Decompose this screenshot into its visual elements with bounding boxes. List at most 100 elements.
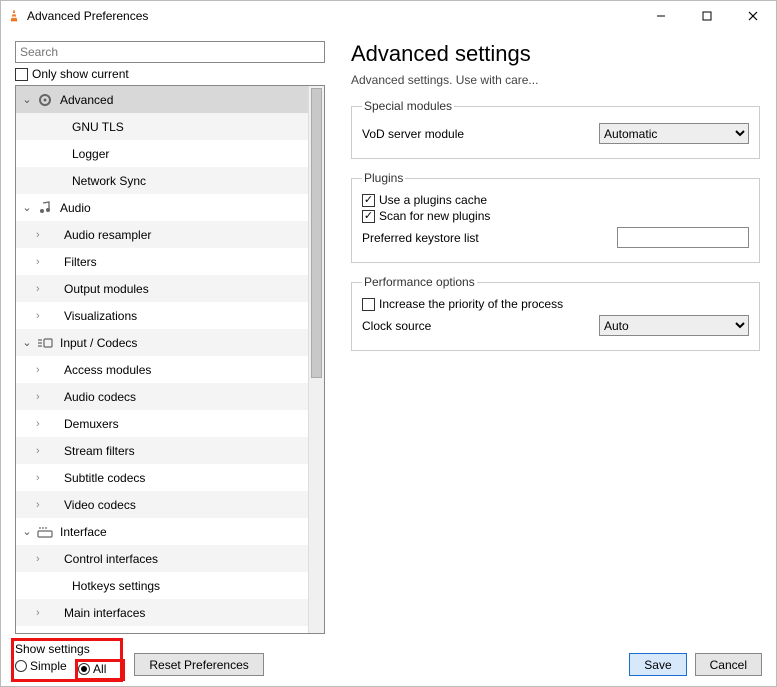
performance-group: Performance options Increase the priorit… (351, 275, 760, 351)
interface-icon (36, 526, 54, 538)
tree-label: Demuxers (64, 417, 119, 431)
tree-item-audio[interactable]: ⌄ Audio (16, 194, 308, 221)
chevron-right-icon: › (36, 256, 48, 268)
left-pane: Only show current ⌄ Advanced GNU TLS Log… (1, 31, 341, 634)
tree-label: Access modules (64, 363, 151, 377)
increase-priority-checkbox[interactable]: Increase the priority of the process (362, 297, 749, 311)
tree-item-output-modules[interactable]: › Output modules (16, 275, 308, 302)
tree-item-input-codecs[interactable]: ⌄ Input / Codecs (16, 329, 308, 356)
show-settings-group: Show settings Simple All (15, 642, 114, 676)
checkbox-icon (362, 194, 375, 207)
preferences-window: Advanced Preferences Only show current ⌄ (0, 0, 777, 687)
close-button[interactable] (730, 1, 776, 31)
maximize-button[interactable] (684, 1, 730, 31)
save-button[interactable]: Save (629, 653, 686, 676)
plugins-group: Plugins Use a plugins cache Scan for new… (351, 171, 760, 263)
tree-item-audio-resampler[interactable]: › Audio resampler (16, 221, 308, 248)
checkbox-icon (362, 210, 375, 223)
clock-source-label: Clock source (362, 319, 599, 333)
tree-label: Audio codecs (64, 390, 136, 404)
tree-label: Audio (60, 201, 91, 215)
search-input[interactable] (15, 41, 325, 63)
chevron-right-icon: › (36, 364, 48, 376)
tree-item-stream-filters[interactable]: › Stream filters (16, 437, 308, 464)
group-legend: Performance options (362, 275, 477, 289)
collapse-icon[interactable]: ⌄ (20, 201, 34, 214)
tree-item-video-codecs[interactable]: ›Video codecs (16, 491, 308, 518)
scan-new-plugins-checkbox[interactable]: Scan for new plugins (362, 209, 749, 223)
tree-item-logger[interactable]: Logger (16, 140, 308, 167)
music-note-icon (36, 201, 54, 215)
tree-label: Input / Codecs (60, 336, 137, 350)
tree-item-filters[interactable]: › Filters (16, 248, 308, 275)
checkbox-icon (15, 68, 28, 81)
tree-item-interface[interactable]: ⌄ Interface (16, 518, 308, 545)
group-legend: Plugins (362, 171, 405, 185)
chevron-right-icon: › (36, 283, 48, 295)
chevron-right-icon: › (36, 445, 48, 457)
chevron-right-icon: › (36, 472, 48, 484)
codec-icon (36, 337, 54, 349)
tree-label: Control interfaces (64, 552, 158, 566)
tree-item-gnu-tls[interactable]: GNU TLS (16, 113, 308, 140)
collapse-icon[interactable]: ⌄ (20, 93, 34, 106)
collapse-icon[interactable]: ⌄ (20, 525, 34, 538)
keystore-input[interactable] (617, 227, 749, 248)
cancel-button[interactable]: Cancel (695, 653, 762, 676)
tree-label: Subtitle codecs (64, 471, 145, 485)
group-legend: Special modules (362, 99, 454, 113)
tree-scrollbar[interactable] (308, 86, 324, 633)
clock-source-combo[interactable]: Auto (599, 315, 749, 336)
tree-label: Stream filters (64, 444, 135, 458)
settings-tree: ⌄ Advanced GNU TLS Logger Network Sync ⌄… (15, 85, 325, 634)
tree-item-main-interfaces[interactable]: › Main interfaces (16, 599, 308, 626)
special-modules-group: Special modules VoD server module Automa… (351, 99, 760, 159)
tree-label: Output modules (64, 282, 149, 296)
checkbox-label: Use a plugins cache (379, 193, 487, 207)
reset-preferences-button[interactable]: Reset Preferences (134, 653, 263, 676)
checkbox-label: Increase the priority of the process (379, 297, 563, 311)
highlight-box (75, 659, 125, 681)
tree-label: Hotkeys settings (72, 579, 160, 593)
tree-item-advanced[interactable]: ⌄ Advanced (16, 86, 308, 113)
tree-item-audio-codecs[interactable]: › Audio codecs (16, 383, 308, 410)
tree-item-subtitle-codecs[interactable]: › Subtitle codecs (16, 464, 308, 491)
tree-label: Visualizations (64, 309, 137, 323)
tree-label: Interface (60, 525, 107, 539)
minimize-button[interactable] (638, 1, 684, 31)
tree-label: Network Sync (72, 174, 146, 188)
vod-server-combo[interactable]: Automatic (599, 123, 749, 144)
titlebar: Advanced Preferences (1, 1, 776, 31)
tree-item-network-sync[interactable]: Network Sync (16, 167, 308, 194)
chevron-right-icon: › (36, 499, 48, 511)
gear-icon (36, 93, 54, 107)
tree-label: Filters (64, 255, 97, 269)
tree-label: Advanced (60, 93, 113, 107)
page-subtitle: Advanced settings. Use with care... (351, 73, 760, 87)
use-plugins-cache-checkbox[interactable]: Use a plugins cache (362, 193, 749, 207)
chevron-right-icon: › (36, 553, 48, 565)
keystore-label: Preferred keystore list (362, 231, 617, 245)
chevron-right-icon: › (36, 229, 48, 241)
checkbox-label: Scan for new plugins (379, 209, 490, 223)
collapse-icon[interactable]: ⌄ (20, 336, 34, 349)
tree-item-hotkeys-settings[interactable]: Hotkeys settings (16, 572, 308, 599)
scrollbar-thumb[interactable] (311, 88, 322, 378)
tree-item-control-interfaces[interactable]: › Control interfaces (16, 545, 308, 572)
tree-item-access-modules[interactable]: › Access modules (16, 356, 308, 383)
vlc-icon (7, 9, 21, 23)
tree-label: Main interfaces (64, 606, 145, 620)
body: Only show current ⌄ Advanced GNU TLS Log… (1, 31, 776, 634)
checkbox-icon (362, 298, 375, 311)
only-show-current-checkbox[interactable]: Only show current (15, 67, 341, 81)
tree-item-visualizations[interactable]: ›Visualizations (16, 302, 308, 329)
chevron-right-icon: › (36, 607, 48, 619)
chevron-right-icon: › (36, 391, 48, 403)
tree-item-demuxers[interactable]: ›Demuxers (16, 410, 308, 437)
tree-list[interactable]: ⌄ Advanced GNU TLS Logger Network Sync ⌄… (16, 86, 308, 633)
tree-label: Audio resampler (64, 228, 151, 242)
content-pane: Advanced settings Advanced settings. Use… (341, 31, 776, 634)
only-show-current-label: Only show current (32, 67, 129, 81)
footer: Show settings Simple All Reset Preferenc… (1, 634, 776, 686)
tree-label: Logger (72, 147, 109, 161)
